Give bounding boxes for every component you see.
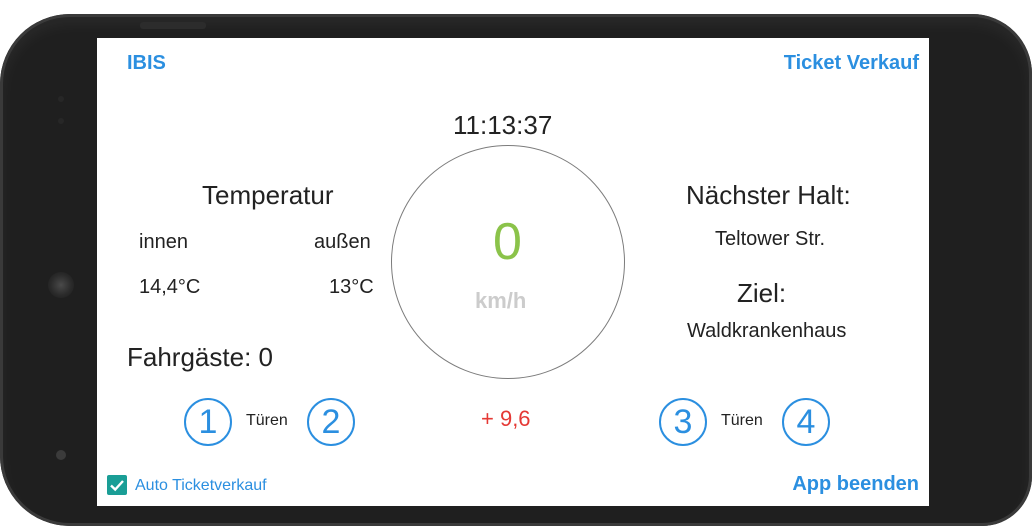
temperature-inside-label: innen xyxy=(139,231,188,253)
door-button-4[interactable]: 4 xyxy=(782,398,830,446)
app-screen: IBIS Ticket Verkauf 11:13:37 Temperatur … xyxy=(97,38,929,506)
front-camera xyxy=(48,272,74,298)
power-button xyxy=(140,22,206,29)
temperature-inside-value: 14,4°C xyxy=(139,276,201,298)
speed-delta: + 9,6 xyxy=(481,406,531,431)
ibis-link[interactable]: IBIS xyxy=(127,52,166,75)
doors-label-right: Türen xyxy=(721,412,763,429)
door-button-3[interactable]: 3 xyxy=(659,398,707,446)
checkmark-icon xyxy=(110,480,124,492)
temperature-outside-value: 13°C xyxy=(329,276,374,298)
speed-unit: km/h xyxy=(475,288,527,313)
doors-label-left: Türen xyxy=(246,412,288,429)
next-stop-label: Nächster Halt: xyxy=(686,180,851,210)
temperature-title: Temperatur xyxy=(202,180,334,210)
speed-value: 0 xyxy=(493,213,522,271)
door-button-2[interactable]: 2 xyxy=(307,398,355,446)
light-sensor xyxy=(58,118,64,124)
next-stop-value: Teltower Str. xyxy=(715,228,826,250)
proximity-sensor xyxy=(58,96,64,102)
door-button-1[interactable]: 1 xyxy=(184,398,232,446)
passenger-count: Fahrgäste: 0 xyxy=(127,342,273,372)
destination-value: Waldkrankenhaus xyxy=(687,320,847,342)
auto-ticket-label[interactable]: Auto Ticketverkauf xyxy=(135,477,267,495)
ticket-sale-link[interactable]: Ticket Verkauf xyxy=(784,52,919,75)
notification-led xyxy=(56,450,66,460)
temperature-outside-label: außen xyxy=(314,231,371,253)
auto-ticket-checkbox[interactable] xyxy=(107,475,127,495)
destination-label: Ziel: xyxy=(737,278,787,308)
exit-app-link[interactable]: App beenden xyxy=(792,473,919,496)
clock: 11:13:37 xyxy=(453,110,553,140)
